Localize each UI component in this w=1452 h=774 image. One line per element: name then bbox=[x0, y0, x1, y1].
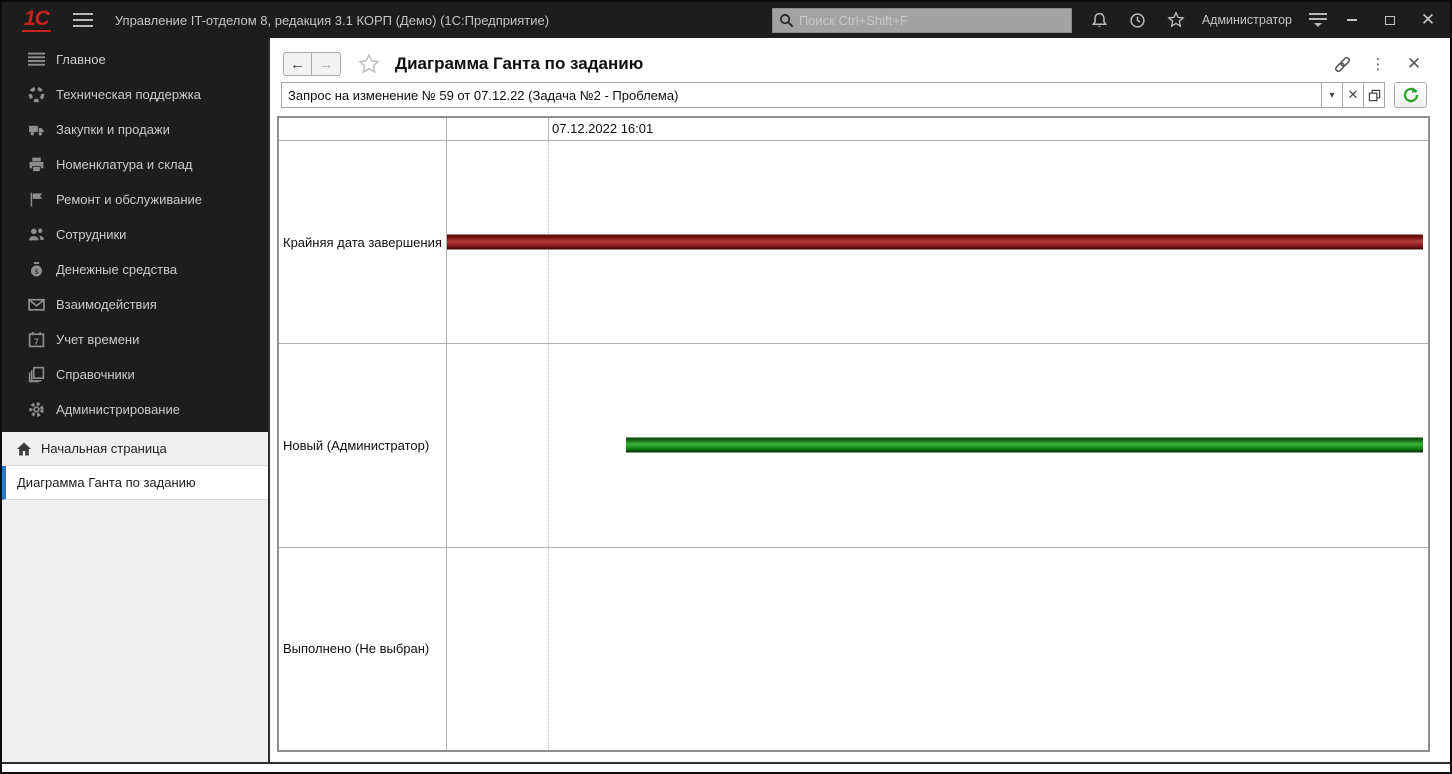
lifebuoy-icon bbox=[28, 86, 45, 103]
choose-from-list-button[interactable] bbox=[1363, 83, 1384, 107]
gantt-row: Крайняя дата завершения bbox=[279, 141, 1428, 344]
menu-lines-icon bbox=[28, 51, 45, 68]
sidebar-item[interactable]: Ремонт и обслуживание bbox=[2, 182, 268, 217]
gantt-bar-red[interactable] bbox=[447, 235, 1423, 250]
envelope-icon bbox=[28, 296, 45, 313]
more-menu-icon[interactable]: ⋮ bbox=[1368, 54, 1388, 74]
money-bag-icon: s bbox=[28, 261, 45, 278]
sidebar-item[interactable]: Справочники bbox=[2, 357, 268, 392]
sidebar-item[interactable]: 7 Учет времени bbox=[2, 322, 268, 357]
books-icon bbox=[28, 366, 45, 383]
form-close-icon[interactable]: ✕ bbox=[1404, 54, 1424, 74]
page-title: Диаграмма Ганта по заданию bbox=[395, 54, 643, 74]
gantt-header-timeline-cell: 07.12.2022 16:01 bbox=[447, 118, 1428, 140]
task-reference-field[interactable]: Запрос на изменение № 59 от 07.12.22 (За… bbox=[281, 82, 1385, 108]
gantt-row: Выполнено (Не выбран) bbox=[279, 548, 1428, 750]
sidebar-item[interactable]: Взаимодействия bbox=[2, 287, 268, 322]
gantt-row-plot bbox=[447, 344, 1428, 546]
sidebar-item[interactable]: Администрирование bbox=[2, 392, 268, 427]
gantt-row-plot bbox=[447, 548, 1428, 750]
calendar-icon: 7 bbox=[28, 331, 45, 348]
maximize-button[interactable] bbox=[1376, 9, 1404, 31]
gantt-rows: Крайняя дата завершения Новый (Администр… bbox=[279, 141, 1428, 750]
sidebar-home-label: Начальная страница bbox=[41, 441, 167, 456]
gantt-row: Новый (Администратор) bbox=[279, 344, 1428, 547]
gantt-header-label-cell bbox=[279, 118, 447, 140]
content-header: ← → Диаграмма Ганта по заданию ⋮ ✕ bbox=[270, 38, 1450, 80]
sidebar-item-label: Взаимодействия bbox=[56, 297, 157, 312]
sidebar-sections: Главное Техническая поддержка Закупки и … bbox=[2, 38, 268, 432]
sidebar-item-label: Номенклатура и склад bbox=[56, 157, 192, 172]
history-nav-buttons: ← → bbox=[283, 52, 341, 76]
titlebar: 1С Управление IT-отделом 8, редакция 3.1… bbox=[2, 2, 1450, 38]
sidebar-item-label: Справочники bbox=[56, 367, 135, 382]
open-tab-label: Диаграмма Ганта по заданию bbox=[17, 475, 196, 490]
sidebar-item[interactable]: Номенклатура и склад bbox=[2, 147, 268, 182]
sidebar-item-label: Техническая поддержка bbox=[56, 87, 201, 102]
time-origin-dotted-line bbox=[548, 344, 549, 546]
time-origin-dotted-line bbox=[548, 548, 549, 750]
forward-button[interactable]: → bbox=[312, 52, 341, 76]
1c-logo: 1С bbox=[22, 9, 51, 32]
svg-text:s: s bbox=[35, 267, 39, 276]
clear-field-button[interactable]: ✕ bbox=[1342, 83, 1363, 107]
sidebar-item-home[interactable]: Начальная страница bbox=[2, 432, 268, 466]
global-search-input[interactable]: Поиск Ctrl+Shift+F bbox=[772, 8, 1072, 33]
window-close-button[interactable]: ✕ bbox=[1414, 9, 1442, 31]
app-window: 1С Управление IT-отделом 8, редакция 3.1… bbox=[0, 0, 1452, 774]
refresh-button[interactable] bbox=[1394, 82, 1427, 108]
gantt-bar-green[interactable] bbox=[626, 438, 1423, 453]
gantt-row-label: Крайняя дата завершения bbox=[279, 141, 447, 343]
sidebar-item[interactable]: Сотрудники bbox=[2, 217, 268, 252]
gantt-chart: 07.12.2022 16:01 Крайняя дата завершения… bbox=[277, 116, 1430, 752]
gantt-row-plot bbox=[447, 141, 1428, 343]
form-header-icons: ⋮ ✕ bbox=[1332, 54, 1424, 74]
time-axis-label: 07.12.2022 16:01 bbox=[548, 121, 653, 136]
sidebar-item-label: Главное bbox=[56, 52, 106, 67]
search-icon bbox=[779, 13, 794, 28]
truck-icon bbox=[28, 121, 45, 138]
window-bottom-strip bbox=[2, 764, 1450, 770]
main-menu-icon[interactable] bbox=[73, 13, 93, 27]
task-field-row: Запрос на изменение № 59 от 07.12.22 (За… bbox=[281, 82, 1427, 108]
history-icon[interactable] bbox=[1128, 10, 1148, 30]
gantt-row-label: Выполнено (Не выбран) bbox=[279, 548, 447, 750]
current-user[interactable]: Администратор bbox=[1202, 13, 1292, 27]
sidebar-item[interactable]: Главное bbox=[2, 42, 268, 77]
sidebar-item-label: Ремонт и обслуживание bbox=[56, 192, 202, 207]
sidebar-item-label: Сотрудники bbox=[56, 227, 126, 242]
main-area: Главное Техническая поддержка Закупки и … bbox=[2, 38, 1450, 764]
sidebar-item-label: Администрирование bbox=[56, 402, 180, 417]
sidebar-item[interactable]: s Денежные средства bbox=[2, 252, 268, 287]
favorites-star-icon[interactable] bbox=[1166, 10, 1186, 30]
link-icon[interactable] bbox=[1332, 54, 1352, 74]
dropdown-caret-button[interactable]: ▾ bbox=[1321, 83, 1342, 107]
sidebar-open-tab[interactable]: Диаграмма Ганта по заданию bbox=[2, 466, 268, 500]
gantt-row-label: Новый (Администратор) bbox=[279, 344, 447, 546]
svg-text:7: 7 bbox=[34, 336, 39, 346]
sidebar-item-label: Закупки и продажи bbox=[56, 122, 170, 137]
sidebar-item[interactable]: Техническая поддержка bbox=[2, 77, 268, 112]
app-title: Управление IT-отделом 8, редакция 3.1 КО… bbox=[115, 13, 549, 28]
gear-icon bbox=[28, 401, 45, 418]
service-menu-icon[interactable] bbox=[1308, 13, 1328, 27]
sidebar: Главное Техническая поддержка Закупки и … bbox=[2, 38, 268, 762]
printer-icon bbox=[28, 156, 45, 173]
add-favorite-star-icon[interactable] bbox=[357, 52, 381, 76]
sidebar-item-label: Денежные средства bbox=[56, 262, 177, 277]
content-panel: ← → Диаграмма Ганта по заданию ⋮ ✕ За bbox=[268, 38, 1450, 762]
sidebar-item[interactable]: Закупки и продажи bbox=[2, 112, 268, 147]
minimize-button[interactable] bbox=[1338, 9, 1366, 31]
sidebar-filler bbox=[2, 500, 268, 762]
home-icon bbox=[16, 441, 32, 457]
back-button[interactable]: ← bbox=[283, 52, 312, 76]
task-field-value: Запрос на изменение № 59 от 07.12.22 (За… bbox=[282, 83, 1321, 107]
people-icon bbox=[28, 226, 45, 243]
flag-icon bbox=[28, 191, 45, 208]
search-placeholder: Поиск Ctrl+Shift+F bbox=[799, 13, 908, 28]
sidebar-item-label: Учет времени bbox=[56, 332, 139, 347]
gantt-header-row: 07.12.2022 16:01 bbox=[279, 118, 1428, 141]
notifications-bell-icon[interactable] bbox=[1090, 10, 1110, 30]
